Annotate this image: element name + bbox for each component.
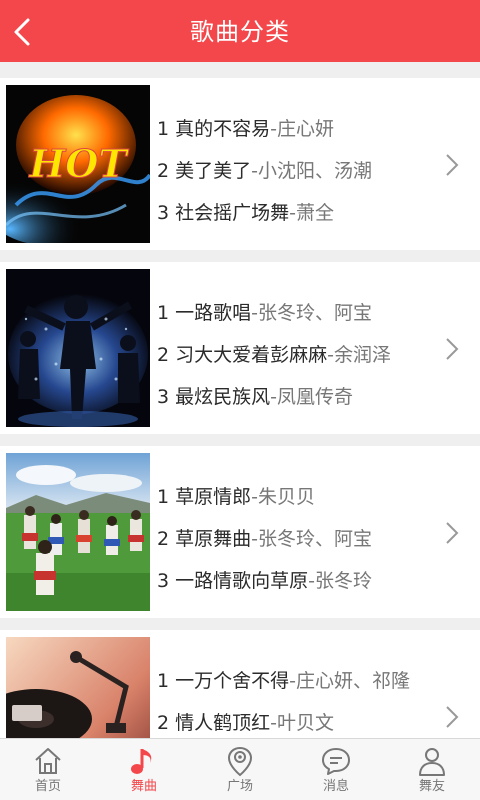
tab-label: 首页 (34, 779, 61, 794)
category-card-hot[interactable]: HOT 1 真的不容易-庄心妍 2 美了美了-小沈阳、汤潮 3 社会摇广场舞-萧全 (0, 78, 480, 250)
chevron-right-icon (446, 338, 459, 360)
tab-dance-friends[interactable]: 舞友 (384, 739, 480, 800)
song-list: 1 真的不容易-庄心妍 2 美了美了-小沈阳、汤潮 3 社会摇广场舞-萧全 (157, 108, 430, 234)
tab-label: 舞友 (418, 779, 445, 794)
song-item[interactable]: 1 草原情郎-朱贝贝 (157, 476, 430, 518)
chat-bubble-icon (322, 748, 350, 775)
song-item[interactable]: 2 美了美了-小沈阳、汤潮 (157, 150, 430, 192)
chevron-right-icon (446, 154, 459, 176)
category-card-grassland[interactable]: 1 草原情郎-朱贝贝 2 草原舞曲-张冬玲、阿宝 3 一路情歌向草原-张冬玲 (0, 446, 480, 618)
song-item[interactable]: 1 一万个舍不得-庄心妍、祁隆 (157, 660, 430, 702)
bottom-tab-bar: 首页 舞曲 广场 消息 舞友 (0, 738, 480, 800)
music-note-icon (131, 749, 152, 774)
chevron-right-icon (446, 522, 459, 544)
person-icon (419, 748, 445, 776)
category-card-dance[interactable]: 1 一路歌唱-张冬玲、阿宝 2 习大大爱着彭麻麻-余润泽 3 最炫民族风-凤凰传奇 (0, 262, 480, 434)
song-item[interactable]: 3 社会摇广场舞-萧全 (157, 192, 430, 234)
tab-messages[interactable]: 消息 (288, 739, 384, 800)
header-bar: 歌曲分类 (0, 0, 480, 62)
song-item[interactable]: 1 一路歌唱-张冬玲、阿宝 (157, 292, 430, 334)
home-icon (35, 748, 61, 774)
category-card-classic[interactable]: 1 一万个舍不得-庄心妍、祁隆 2 情人鹤顶红-叶贝文 (0, 630, 480, 738)
song-item[interactable]: 2 情人鹤顶红-叶贝文 (157, 702, 430, 738)
tab-label: 消息 (322, 779, 349, 794)
song-list: 1 一路歌唱-张冬玲、阿宝 2 习大大爱着彭麻麻-余润泽 3 最炫民族风-凤凰传奇 (157, 292, 430, 418)
tab-square[interactable]: 广场 (192, 739, 288, 800)
category-thumbnail (6, 453, 150, 611)
chevron-right-icon (446, 706, 459, 728)
song-item[interactable]: 3 一路情歌向草原-张冬玲 (157, 560, 430, 602)
song-item[interactable]: 1 真的不容易-庄心妍 (157, 108, 430, 150)
hot-logo-text: HOT (28, 141, 129, 186)
category-thumbnail (6, 269, 150, 427)
song-list: 1 一万个舍不得-庄心妍、祁隆 2 情人鹤顶红-叶贝文 (157, 660, 430, 738)
tab-home[interactable]: 首页 (0, 739, 96, 800)
page-title: 歌曲分类 (190, 18, 290, 46)
location-pin-icon (227, 746, 253, 777)
song-item[interactable]: 2 草原舞曲-张冬玲、阿宝 (157, 518, 430, 560)
song-item[interactable]: 2 习大大爱着彭麻麻-余润泽 (157, 334, 430, 376)
song-item[interactable]: 3 最炫民族风-凤凰传奇 (157, 376, 430, 418)
tab-label: 广场 (226, 779, 253, 794)
category-thumbnail (6, 637, 150, 738)
category-list: HOT 1 真的不容易-庄心妍 2 美了美了-小沈阳、汤潮 3 社会摇广场舞-萧全 (0, 78, 480, 738)
song-list: 1 草原情郎-朱贝贝 2 草原舞曲-张冬玲、阿宝 3 一路情歌向草原-张冬玲 (157, 476, 430, 602)
category-thumbnail: HOT (6, 85, 150, 243)
tab-label: 舞曲 (130, 779, 157, 794)
tab-dance-music[interactable]: 舞曲 (96, 739, 192, 800)
